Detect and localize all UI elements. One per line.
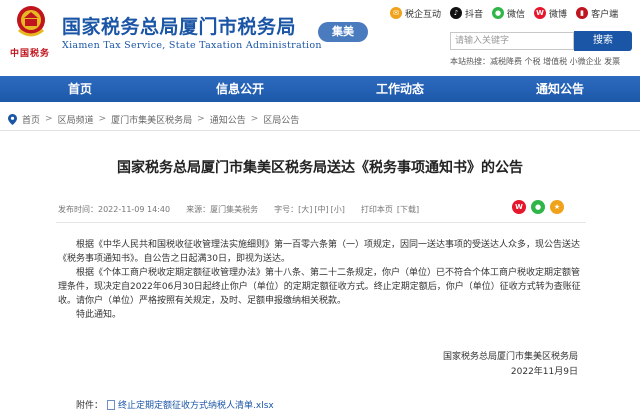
breadcrumb-jimei-bureau[interactable]: 厦门市集美区税务局: [111, 113, 192, 126]
article-title: 国家税务总局厦门市集美区税务局送达《税务事项通知书》的公告: [117, 160, 523, 176]
social-client[interactable]: ▮ 客户端: [576, 7, 618, 20]
breadcrumb-separator: >: [45, 114, 53, 124]
breadcrumb: 首页 > 区局频道 > 厦门市集美区税务局 > 通知公告 > 区局公告: [8, 112, 299, 126]
weibo-icon: W: [534, 7, 547, 19]
search-input[interactable]: 请输入关键字: [450, 32, 574, 50]
font-size-large[interactable]: [大]: [298, 204, 312, 215]
tax-emblem-icon: [17, 6, 45, 37]
signature-org: 国家税务总局厦门市集美区税务局: [442, 352, 578, 362]
attachment: 附件： 终止定期定额征收方式纳税人清单.xlsx: [76, 398, 274, 411]
search-button[interactable]: 搜索: [574, 31, 632, 51]
attachment-link[interactable]: 终止定期定额征收方式纳税人清单.xlsx: [118, 398, 274, 411]
social-label: 客户端: [591, 9, 619, 20]
social-tax-interaction[interactable]: ✉ 税企互动: [390, 7, 441, 20]
social-links: ✉ 税企互动 ♪ 抖音 ● 微信 W 微博 ▮ 客户端: [390, 4, 627, 22]
publish-time: 发布时间：2022-11-09 14:40: [58, 205, 171, 214]
nav-home[interactable]: 首页: [0, 76, 160, 102]
douyin-icon: ♪: [450, 7, 463, 19]
nav-notices[interactable]: 通知公告: [480, 76, 640, 102]
social-weibo[interactable]: W 微博: [534, 7, 567, 20]
hot-search[interactable]: 本站热搜：减税降费 个税 增值税 小微企业 发票: [450, 56, 620, 67]
social-label: 微信: [507, 9, 526, 20]
social-wechat[interactable]: ● 微信: [492, 7, 525, 20]
print-link[interactable]: 打印本页: [361, 204, 393, 215]
social-label: 税企互动: [405, 9, 442, 20]
breadcrumb-district-channel[interactable]: 区局频道: [58, 113, 94, 126]
wechat-share-icon[interactable]: ●: [531, 200, 545, 214]
font-size-label: 字号：: [274, 205, 299, 214]
social-label: 抖音: [465, 9, 484, 20]
file-icon: [107, 399, 116, 410]
article-paragraph: 根据《个体工商户税收定期定额征收管理办法》第十八条、第二十二条规定，你户（单位）…: [58, 268, 581, 306]
qzone-share-icon[interactable]: ★: [550, 200, 564, 214]
site-header: 中国税务 国家税务总局厦门市税务局 Xiamen Tax Service, St…: [0, 0, 640, 76]
nav-work-news[interactable]: 工作动态: [320, 76, 480, 102]
breadcrumb-separator: >: [98, 114, 107, 124]
emblem-caption: 中国税务: [10, 49, 51, 59]
site-title[interactable]: 国家税务总局厦门市税务局: [62, 12, 296, 39]
tax-interaction-icon: ✉: [390, 7, 402, 19]
breadcrumb-district-announcements[interactable]: 区局公告: [263, 113, 299, 126]
breadcrumb-notices[interactable]: 通知公告: [210, 113, 246, 126]
download-link[interactable]: [下载]: [397, 204, 419, 215]
article-paragraph: 特此通知。: [76, 310, 122, 320]
article-paragraph: 根据《中华人民共和国税收征收管理法实施细则》第一百零六条第（一）项规定，因同一送…: [58, 240, 581, 264]
font-size-small[interactable]: [小]: [331, 204, 345, 215]
nav-info-disclosure[interactable]: 信息公开: [160, 76, 320, 102]
wechat-icon: ●: [492, 7, 505, 19]
main-nav: 首页 信息公开 工作动态 通知公告: [0, 76, 640, 102]
breadcrumb-home[interactable]: 首页: [22, 113, 40, 126]
district-badge: 集美: [318, 22, 368, 42]
breadcrumb-separator: >: [197, 114, 205, 124]
article-source: 来源：厦门集美税务: [186, 205, 259, 214]
attachment-label: 附件：: [76, 401, 104, 411]
social-douyin[interactable]: ♪ 抖音: [450, 7, 483, 20]
divider: [0, 130, 640, 131]
site-title-en: Xiamen Tax Service, State Taxation Admin…: [62, 40, 322, 51]
social-label: 微博: [549, 9, 568, 20]
divider: [56, 222, 586, 223]
article-body: 根据《中华人民共和国税收征收管理法实施细则》第一百零六条第（一）项规定，因同一送…: [58, 238, 584, 322]
client-icon: ▮: [576, 7, 589, 19]
location-pin-icon: [8, 113, 17, 125]
breadcrumb-separator: >: [250, 114, 259, 124]
signature-date: 2022年11月9日: [510, 367, 578, 377]
share-bar: W ● ★: [512, 200, 569, 214]
weibo-share-icon[interactable]: W: [512, 200, 526, 214]
article-meta: 发布时间：2022-11-09 14:40 来源：厦门集美税务 字号： [大] …: [58, 204, 435, 215]
font-size-medium[interactable]: [中]: [314, 204, 328, 215]
